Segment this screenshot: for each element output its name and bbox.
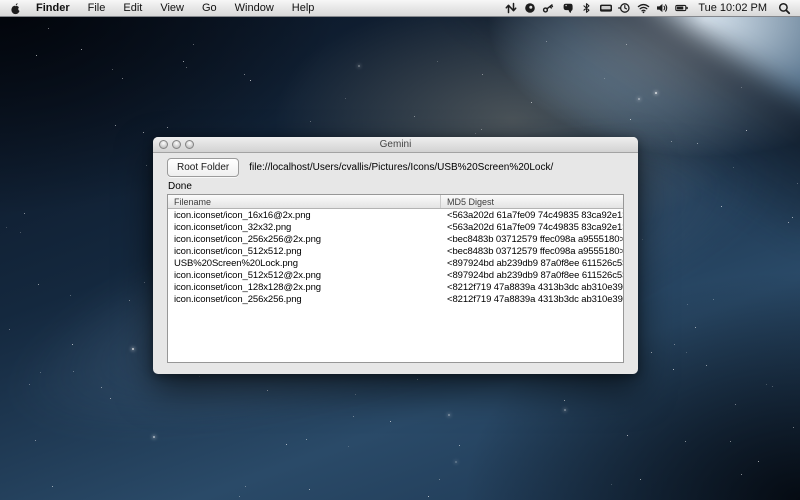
menu-edit[interactable]: Edit bbox=[114, 0, 151, 16]
table-row[interactable]: icon.iconset/icon_128x128@2x.png<8212f71… bbox=[168, 281, 623, 293]
results-table: Filename MD5 Digest icon.iconset/icon_16… bbox=[167, 194, 624, 363]
table-row[interactable]: icon.iconset/icon_256x256.png<8212f719 4… bbox=[168, 293, 623, 305]
window-title: Gemini bbox=[380, 139, 412, 150]
menu-bar: FinderFileEditViewGoWindowHelp bbox=[0, 0, 800, 17]
cell-filename: icon.iconset/icon_256x256@2x.png bbox=[168, 234, 441, 245]
cell-filename: icon.iconset/icon_32x32.png bbox=[168, 222, 441, 233]
window-content: Root Folder file://localhost/Users/cvall… bbox=[153, 153, 638, 374]
table-row[interactable]: icon.iconset/icon_32x32.png<563a202d 61a… bbox=[168, 221, 623, 233]
cell-md5: <bec8483b 03712579 ffec098a a9555180> bbox=[441, 234, 623, 245]
menubar-menus: FinderFileEditViewGoWindowHelp bbox=[27, 0, 323, 16]
volume-icon[interactable] bbox=[655, 0, 670, 16]
table-row[interactable]: icon.iconset/icon_256x256@2x.png<bec8483… bbox=[168, 233, 623, 245]
cell-md5: <897924bd ab239db9 87a0f8ee 611526c5> bbox=[441, 270, 623, 281]
elephant-icon[interactable] bbox=[560, 0, 575, 16]
up-down-arrows-icon[interactable] bbox=[503, 0, 518, 16]
cell-md5: <bec8483b 03712579 ffec098a a9555180> bbox=[441, 246, 623, 257]
table-header: Filename MD5 Digest bbox=[168, 195, 623, 209]
column-header-md5[interactable]: MD5 Digest bbox=[441, 195, 623, 208]
cell-filename: icon.iconset/icon_256x256.png bbox=[168, 294, 441, 305]
cell-filename: icon.iconset/icon_512x512.png bbox=[168, 246, 441, 257]
table-body: icon.iconset/icon_16x16@2x.png<563a202d … bbox=[168, 209, 623, 305]
close-button[interactable] bbox=[159, 140, 168, 149]
spotlight-icon[interactable] bbox=[777, 0, 792, 16]
root-folder-path: file://localhost/Users/cvallis/Pictures/… bbox=[249, 162, 553, 173]
cell-filename: icon.iconset/icon_512x512@2x.png bbox=[168, 270, 441, 281]
toolbar: Root Folder file://localhost/Users/cvall… bbox=[167, 158, 626, 177]
minimize-button[interactable] bbox=[172, 140, 181, 149]
cell-filename: icon.iconset/icon_128x128@2x.png bbox=[168, 282, 441, 293]
key-icon[interactable] bbox=[541, 0, 556, 16]
menu-window[interactable]: Window bbox=[226, 0, 283, 16]
status-label: Done bbox=[168, 181, 192, 192]
dark-disc-icon[interactable] bbox=[522, 0, 537, 16]
apple-menu[interactable] bbox=[8, 2, 27, 15]
menu-help[interactable]: Help bbox=[283, 0, 324, 16]
menu-extras: Tue 10:02 PM bbox=[499, 0, 792, 16]
menubar-clock[interactable]: Tue 10:02 PM bbox=[698, 2, 767, 14]
table-row[interactable]: USB%20Screen%20Lock.png<897924bd ab239db… bbox=[168, 257, 623, 269]
root-folder-button[interactable]: Root Folder bbox=[167, 158, 239, 177]
display-icon[interactable] bbox=[598, 0, 613, 16]
apple-icon bbox=[10, 2, 21, 15]
cell-md5: <563a202d 61a7fe09 74c49835 83ca92e1> bbox=[441, 210, 623, 221]
menu-view[interactable]: View bbox=[151, 0, 193, 16]
table-row[interactable]: icon.iconset/icon_512x512@2x.png<897924b… bbox=[168, 269, 623, 281]
zoom-button[interactable] bbox=[185, 140, 194, 149]
cell-md5: <8212f719 47a8839a 4313b3dc ab310e39> bbox=[441, 282, 623, 293]
menu-finder[interactable]: Finder bbox=[27, 0, 79, 16]
window-controls bbox=[159, 140, 194, 149]
gemini-window: Gemini Root Folder file://localhost/User… bbox=[153, 137, 638, 374]
title-bar[interactable]: Gemini bbox=[153, 137, 638, 153]
cell-md5: <8212f719 47a8839a 4313b3dc ab310e39> bbox=[441, 294, 623, 305]
cell-filename: USB%20Screen%20Lock.png bbox=[168, 258, 441, 269]
column-header-filename[interactable]: Filename bbox=[168, 195, 441, 208]
clock-sync-icon[interactable] bbox=[617, 0, 632, 16]
menu-go[interactable]: Go bbox=[193, 0, 226, 16]
screen: FinderFileEditViewGoWindowHelp bbox=[0, 0, 800, 500]
cell-md5: <563a202d 61a7fe09 74c49835 83ca92e1> bbox=[441, 222, 623, 233]
wifi-icon[interactable] bbox=[636, 0, 651, 16]
table-row[interactable]: icon.iconset/icon_16x16@2x.png<563a202d … bbox=[168, 209, 623, 221]
cell-filename: icon.iconset/icon_16x16@2x.png bbox=[168, 210, 441, 221]
battery-icon[interactable] bbox=[674, 0, 689, 16]
bluetooth-icon[interactable] bbox=[579, 0, 594, 16]
table-row[interactable]: icon.iconset/icon_512x512.png<bec8483b 0… bbox=[168, 245, 623, 257]
menu-file[interactable]: File bbox=[79, 0, 115, 16]
cell-md5: <897924bd ab239db9 87a0f8ee 611526c5> bbox=[441, 258, 623, 269]
